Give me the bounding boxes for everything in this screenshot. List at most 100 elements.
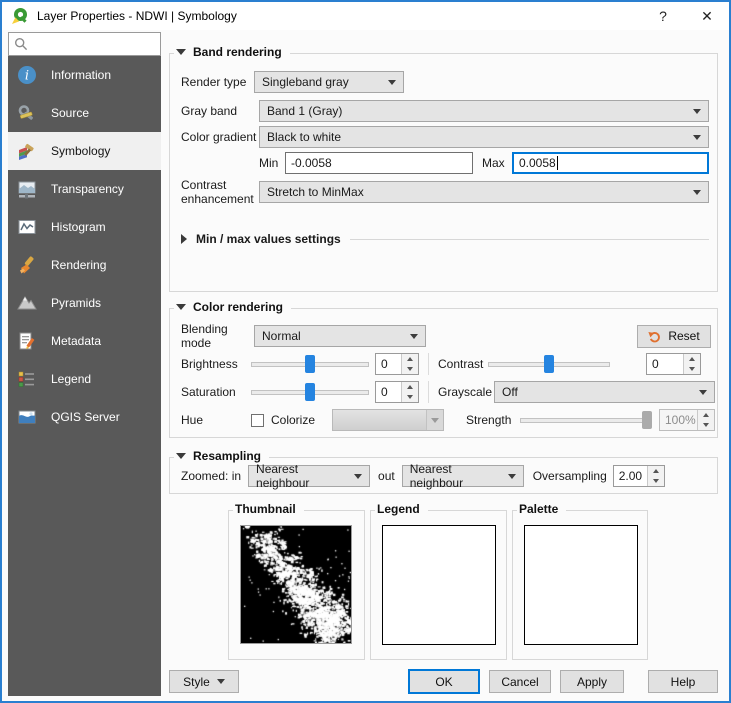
group-title: Resampling — [193, 449, 261, 463]
contrast-label: Contrast — [438, 357, 488, 371]
spin-up-icon[interactable] — [689, 357, 695, 361]
chevron-down-icon — [693, 135, 701, 140]
gray-band-dropdown[interactable]: Band 1 (Gray) — [259, 100, 709, 122]
expand-triangle-icon — [181, 234, 187, 244]
spin-buttons[interactable] — [401, 354, 418, 374]
apply-button[interactable]: Apply — [560, 670, 624, 693]
spin-buttons[interactable] — [401, 382, 418, 402]
spin-up-icon[interactable] — [407, 385, 413, 389]
zoomed-out-dropdown[interactable]: Nearest neighbour — [402, 465, 524, 487]
help-titlebar-button[interactable]: ? — [641, 2, 685, 30]
sidebar-item-pyramids[interactable]: Pyramids — [8, 284, 161, 322]
saturation-value: 0 — [376, 382, 401, 402]
colorize-label: Colorize — [271, 413, 315, 427]
color-gradient-dropdown[interactable]: Black to white — [259, 126, 709, 148]
spin-down-icon[interactable] — [407, 367, 413, 371]
sidebar-item-histogram[interactable]: Histogram — [8, 208, 161, 246]
contrast-spinbox[interactable]: 0 — [646, 353, 701, 375]
layer-properties-dialog: Layer Properties - NDWI | Symbology ? ✕ … — [0, 0, 731, 703]
sidebar-item-legend[interactable]: Legend — [8, 360, 161, 398]
saturation-spinbox[interactable]: 0 — [375, 381, 419, 403]
sidebar-item-symbology[interactable]: Symbology — [8, 132, 161, 170]
color-rendering-header[interactable]: Color rendering — [174, 300, 291, 314]
collapse-triangle-icon — [176, 453, 186, 459]
spin-up-icon — [703, 413, 709, 417]
strength-spinbox: 100% — [659, 409, 715, 431]
pyramids-icon — [17, 292, 39, 314]
blending-mode-dropdown[interactable]: Normal — [254, 325, 426, 347]
contrast-slider-handle[interactable] — [544, 355, 554, 373]
sidebar-item-label: Histogram — [51, 220, 106, 234]
help-button[interactable]: Help — [648, 670, 718, 693]
grayscale-dropdown[interactable]: Off — [494, 381, 715, 403]
thumbnail-title: Thumbnail — [233, 502, 304, 516]
gray-band-value: Band 1 (Gray) — [267, 104, 342, 118]
reset-button[interactable]: Reset — [637, 325, 711, 348]
strength-label: Strength — [466, 413, 520, 427]
sidebar-item-transparency[interactable]: Transparency — [8, 170, 161, 208]
sidebar-item-label: Metadata — [51, 334, 101, 348]
window-title: Layer Properties - NDWI | Symbology — [37, 9, 237, 23]
style-button[interactable]: Style — [169, 670, 239, 693]
zoomed-out-label: out — [378, 469, 395, 483]
brightness-spinbox[interactable]: 0 — [375, 353, 419, 375]
saturation-slider[interactable] — [251, 382, 369, 402]
legend-title: Legend — [375, 502, 428, 516]
search-icon — [14, 37, 28, 51]
sidebar-item-label: Symbology — [51, 144, 110, 158]
ok-button[interactable]: OK — [408, 669, 480, 694]
source-icon — [17, 102, 39, 124]
render-type-label: Render type — [181, 75, 254, 89]
search-input[interactable] — [8, 32, 161, 56]
divider — [428, 353, 429, 375]
contrast-slider[interactable] — [488, 354, 610, 374]
rendering-icon — [17, 254, 39, 276]
spin-up-icon[interactable] — [653, 469, 659, 473]
grayscale-label: Grayscale — [438, 385, 494, 399]
brightness-slider-handle[interactable] — [305, 355, 315, 373]
spin-buttons[interactable] — [683, 354, 700, 374]
contrast-enhancement-dropdown[interactable]: Stretch to MinMax — [259, 181, 709, 203]
colorize-checkbox[interactable] — [251, 414, 264, 427]
spin-up-icon[interactable] — [407, 357, 413, 361]
metadata-icon — [17, 330, 39, 352]
sidebar-item-information[interactable]: i Information — [8, 56, 161, 94]
sidebar-item-label: Rendering — [51, 258, 106, 272]
render-type-dropdown[interactable]: Singleband gray — [254, 71, 404, 93]
spin-down-icon[interactable] — [653, 479, 659, 483]
cancel-button[interactable]: Cancel — [489, 670, 551, 693]
sidebar-item-qgis-server[interactable]: QGIS Server — [8, 398, 161, 436]
spin-buttons[interactable] — [647, 466, 664, 486]
hue-label: Hue — [181, 413, 251, 427]
chevron-down-icon — [699, 390, 707, 395]
chevron-down-icon — [693, 109, 701, 114]
zoomed-in-label: Zoomed: in — [181, 469, 241, 483]
contrast-value: 0 — [647, 354, 683, 374]
oversampling-spinbox[interactable]: 2.00 — [613, 465, 665, 487]
max-input[interactable]: 0.0058 — [512, 152, 709, 174]
saturation-slider-handle[interactable] — [305, 383, 315, 401]
oversampling-value: 2.00 — [614, 466, 647, 486]
sidebar-item-metadata[interactable]: Metadata — [8, 322, 161, 360]
band-rendering-header[interactable]: Band rendering — [174, 45, 290, 59]
color-gradient-label: Color gradient — [181, 130, 259, 144]
resampling-header[interactable]: Resampling — [174, 449, 269, 463]
collapse-triangle-icon — [176, 304, 186, 310]
sidebar-item-rendering[interactable]: Rendering — [8, 246, 161, 284]
spin-down-icon[interactable] — [689, 367, 695, 371]
brightness-slider[interactable] — [251, 354, 369, 374]
chevron-down-icon — [217, 679, 225, 684]
thumbnail-group: Thumbnail — [228, 510, 365, 660]
minmax-settings-header[interactable]: Min / max values settings — [196, 232, 341, 246]
group-title: Band rendering — [193, 45, 282, 59]
spin-down-icon[interactable] — [407, 395, 413, 399]
sidebar-item-label: Source — [51, 106, 89, 120]
min-input[interactable]: -0.0058 — [285, 152, 473, 174]
sidebar-item-label: Legend — [51, 372, 91, 386]
close-button[interactable]: ✕ — [685, 2, 729, 30]
text-caret — [557, 156, 558, 170]
zoomed-in-dropdown[interactable]: Nearest neighbour — [248, 465, 370, 487]
sidebar-item-source[interactable]: Source — [8, 94, 161, 132]
chevron-down-icon — [410, 334, 418, 339]
transparency-icon — [17, 178, 39, 200]
